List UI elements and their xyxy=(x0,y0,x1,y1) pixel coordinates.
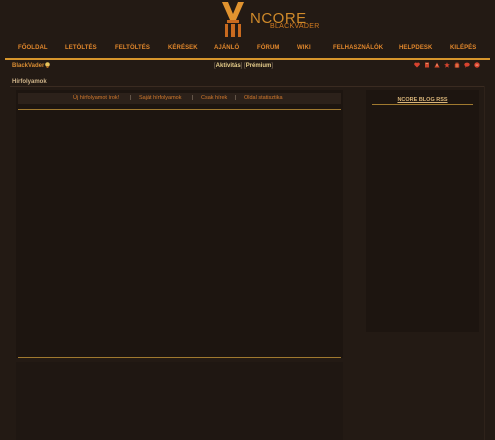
subnav-separator: | xyxy=(235,95,237,101)
heart-icon[interactable] xyxy=(414,62,420,68)
nav-item-logout[interactable]: KILÉPÉS xyxy=(450,45,476,51)
nav-item-helpdesk[interactable]: HELPDESK xyxy=(399,45,432,51)
blog-rss-sidebar xyxy=(366,90,479,332)
logo-subtext: BLACKVADER xyxy=(270,23,320,30)
message-icon[interactable] xyxy=(474,62,480,68)
nav-item-users[interactable]: FELHASZNÁLÓK xyxy=(333,45,383,51)
nav-item-forum[interactable]: FÓRUM xyxy=(257,45,280,51)
news-only-link[interactable]: Csak hírek xyxy=(201,95,227,101)
new-feed-link[interactable]: Új hírfolyamot írok! xyxy=(73,95,119,101)
gift-icon[interactable] xyxy=(454,62,460,68)
star-icon[interactable] xyxy=(444,62,450,68)
nav-item-requests[interactable]: KÉRÉSEK xyxy=(168,45,198,51)
feed-panel xyxy=(16,90,343,358)
nav-underline xyxy=(5,58,490,60)
feed-bottom-divider xyxy=(18,357,341,358)
chat-icon[interactable] xyxy=(464,62,470,68)
nav-item-wiki[interactable]: WIKI xyxy=(297,45,311,51)
blog-rss-title[interactable]: NCORE BLOG RSS xyxy=(366,97,479,103)
content-frame-right-border xyxy=(484,86,485,440)
site-stats-link[interactable]: Oldal statisztika xyxy=(244,95,283,101)
nav-item-recommend[interactable]: AJÁNLÓ xyxy=(214,45,239,51)
subnav-separator: | xyxy=(192,95,194,101)
blackvader-logo-icon xyxy=(222,2,244,37)
page-title: Hírfolyamok xyxy=(12,79,47,85)
sidebar-divider xyxy=(372,104,473,105)
my-feeds-link[interactable]: Saját hírfolyamok xyxy=(139,95,182,101)
rank-icon xyxy=(45,62,50,68)
book-icon[interactable] xyxy=(424,62,430,68)
nav-item-download[interactable]: LETÖLTÉS xyxy=(65,45,97,51)
premium-link[interactable]: Prémium xyxy=(246,63,272,69)
feed-lower-panel xyxy=(16,362,343,440)
status-links: [Aktivitás] [Prémium] xyxy=(214,63,274,69)
nav-item-home[interactable]: FŐOLDAL xyxy=(18,45,48,51)
nav-item-upload[interactable]: FELTÖLTÉS xyxy=(115,45,150,51)
ncore-logo[interactable]: NCORE BLACKVADER xyxy=(220,0,319,40)
activity-link[interactable]: Aktivitás xyxy=(216,63,241,69)
feed-top-divider xyxy=(18,109,341,110)
warning-icon[interactable] xyxy=(434,62,440,68)
username-link[interactable]: BlackVader xyxy=(12,63,44,69)
content-frame-border xyxy=(10,86,484,87)
subnav-separator: | xyxy=(130,95,132,101)
